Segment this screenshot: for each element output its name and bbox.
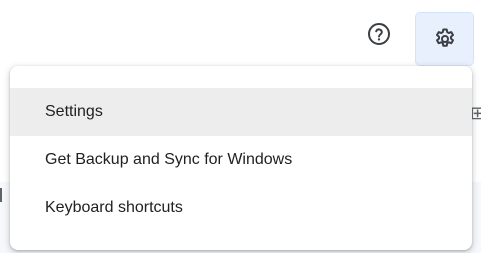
menu-item-label: Settings	[45, 103, 103, 120]
menu-item-get-backup-and-sync[interactable]: Get Backup and Sync for Windows	[10, 136, 472, 184]
gear-icon	[435, 28, 454, 47]
page: ⊞ Settings Get Backup and Sync for Windo…	[0, 0, 481, 253]
menu-item-keyboard-shortcuts[interactable]: Keyboard shortcuts	[10, 184, 472, 232]
settings-dropdown-menu: Settings Get Backup and Sync for Windows…	[10, 66, 472, 250]
help-circle-icon	[368, 23, 390, 45]
background-edge-mark	[0, 188, 2, 202]
menu-item-settings[interactable]: Settings	[10, 88, 472, 136]
menu-item-label: Get Backup and Sync for Windows	[45, 151, 293, 168]
settings-button[interactable]	[415, 12, 474, 66]
menu-item-label: Keyboard shortcuts	[45, 199, 183, 216]
help-button[interactable]	[359, 14, 399, 54]
